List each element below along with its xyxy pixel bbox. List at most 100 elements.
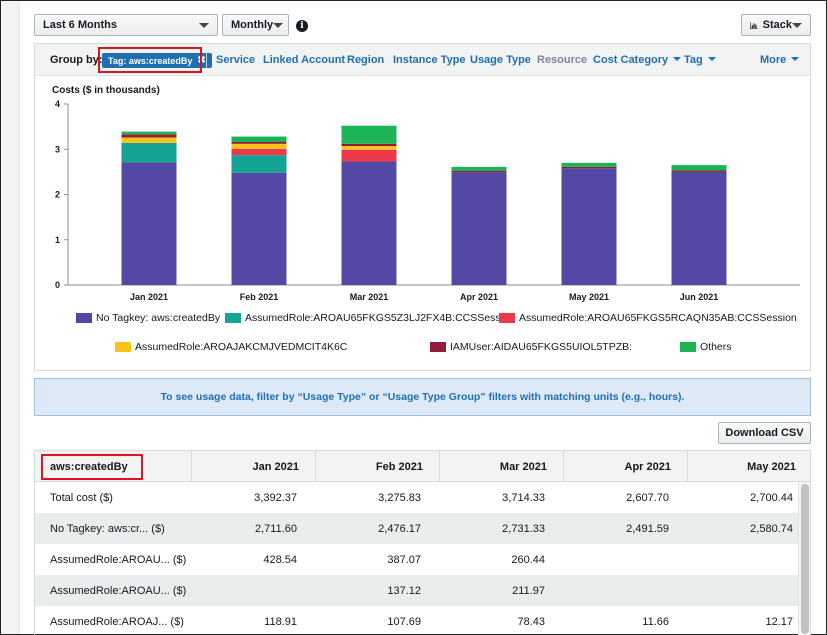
table-row: Total cost ($) 3,392.37 3,275.83 3,714.33 2,… — [35, 482, 798, 513]
group-by-usage-type[interactable]: Usage Type — [470, 54, 531, 66]
scrollbar-thumb[interactable] — [801, 484, 809, 634]
highlight-box — [41, 454, 143, 480]
column-header-feb[interactable]: Feb 2021 — [315, 451, 439, 482]
bar-segment-2-1[interactable] — [231, 148, 287, 156]
cost-cell: 260.44 — [511, 553, 545, 566]
row-label: AssumedRole:AROAU... ($) — [50, 553, 187, 566]
row-label: AssumedRole:AROAU... ($) — [50, 584, 187, 597]
cost-cell: 107.69 — [387, 615, 421, 628]
bar-segment-0-4[interactable] — [561, 168, 617, 285]
table-scrollbar[interactable] — [798, 482, 810, 635]
legend-item[interactable]: No Tagkey: aws:createdBy — [76, 312, 220, 324]
cost-cell: 387.07 — [387, 553, 421, 566]
bar-segment-4-1[interactable] — [231, 142, 287, 144]
bar-segment-4-3[interactable] — [451, 170, 507, 173]
legend-swatch — [680, 342, 696, 352]
group-by-tag[interactable]: Tag — [684, 54, 716, 66]
chevron-down-icon — [273, 22, 284, 28]
row-label: AssumedRole:AROAJ... ($) — [50, 615, 184, 628]
table-row: AssumedRole:AROAU... ($) 137.12 211.97 — [35, 575, 798, 606]
bar-segment-4-5[interactable] — [671, 170, 727, 172]
y-tick-label: 4 — [55, 99, 60, 109]
bar-segment-3-1[interactable] — [231, 143, 287, 149]
side-strip — [1, 1, 20, 634]
table-row: AssumedRole:AROAU... ($) 428.54 387.07 260.… — [35, 544, 798, 575]
cost-cell — [683, 544, 793, 575]
cost-cell: 3,275.83 — [378, 491, 421, 504]
granularity-dropdown[interactable]: Monthly — [222, 14, 289, 36]
x-tick-label: May 2021 — [569, 292, 609, 302]
bar-segment-5-2[interactable] — [341, 125, 397, 144]
bar-segment-0-0[interactable] — [121, 162, 177, 285]
bar-segment-5-3[interactable] — [451, 166, 507, 171]
tag-label: Tag — [684, 54, 703, 66]
bar-segment-1-0[interactable] — [121, 142, 177, 163]
cost-cell: 211.97 — [512, 584, 545, 597]
group-by-region[interactable]: Region — [347, 54, 384, 66]
bar-segment-5-1[interactable] — [231, 136, 287, 143]
column-header-jan[interactable]: Jan 2021 — [191, 451, 315, 482]
bar-segment-4-0[interactable] — [121, 134, 177, 138]
download-csv-button[interactable]: Download CSV — [718, 422, 811, 444]
cost-cell: 12.17 — [765, 615, 793, 628]
x-tick-label: Jun 2021 — [680, 292, 719, 302]
bar-segment-5-0[interactable] — [121, 131, 177, 135]
legend-item[interactable]: AssumedRole:AROAU65FKGS5Z3LJ2FX4B:CCSSes… — [225, 312, 515, 324]
bar-segment-0-5[interactable] — [671, 171, 727, 285]
table-row: AssumedRole:AROAJ... ($) 118.91 107.69 78.4… — [35, 606, 798, 635]
bar-chart-icon — [750, 21, 758, 29]
legend-item[interactable]: AssumedRole:AROAU65FKGS5RCAQN35AB:CCSSes… — [499, 312, 797, 324]
time-range-dropdown[interactable]: Last 6 Months — [34, 14, 218, 36]
legend-swatch — [115, 342, 131, 352]
x-tick-label: Feb 2021 — [240, 292, 279, 302]
group-by-cost-category[interactable]: Cost Category — [593, 54, 682, 66]
cost-cell: 2,491.59 — [626, 522, 669, 535]
y-tick-label: 1 — [55, 235, 60, 245]
legend-item[interactable]: Others — [680, 341, 732, 353]
bar-segment-5-4[interactable] — [561, 162, 617, 167]
bar-segment-4-2[interactable] — [341, 143, 397, 147]
group-by-linked-account[interactable]: Linked Account — [263, 54, 345, 66]
column-header-apr[interactable]: Apr 2021 — [563, 451, 687, 482]
bar-segment-3-0[interactable] — [121, 137, 177, 143]
legend-item[interactable]: AssumedRole:AROAJAKCMJVEDMCIT4K6C — [115, 341, 347, 353]
chart-panel: Group by: Tag: aws:createdBy ✖ Service L… — [34, 43, 811, 371]
chevron-down-icon — [199, 22, 209, 28]
bar-segment-3-2[interactable] — [341, 146, 397, 150]
cost-cell: 2,580.74 — [750, 522, 793, 535]
bar-segment-0-2[interactable] — [341, 161, 397, 285]
divider — [206, 52, 207, 69]
bar-segment-0-3[interactable] — [451, 172, 507, 285]
group-by-resource: Resource — [537, 54, 588, 66]
cost-cell: 78.43 — [517, 615, 545, 628]
legend-swatch — [76, 313, 92, 323]
column-header-may[interactable]: May 2021 — [687, 451, 810, 482]
legend-label: Others — [700, 341, 732, 353]
group-by-service[interactable]: Service — [216, 54, 255, 66]
time-range-label: Last 6 Months — [43, 19, 117, 31]
column-header-mar[interactable]: Mar 2021 — [439, 451, 563, 482]
legend-swatch — [225, 313, 241, 323]
info-icon[interactable]: i — [296, 20, 308, 32]
cost-cell — [683, 575, 793, 606]
legend-item[interactable]: IAMUser:AIDAU65FKGS5UIOL5TPZB: — [430, 341, 632, 353]
bar-segment-4-4[interactable] — [561, 166, 617, 169]
bar-segment-2-2[interactable] — [341, 149, 397, 162]
bar-segment-0-1[interactable] — [231, 172, 287, 285]
cost-table: aws:createdBy Jan 2021 Feb 2021 Mar 2021… — [34, 450, 811, 635]
group-by-bar: Group by: Tag: aws:createdBy ✖ Service L… — [35, 44, 810, 76]
bar-segment-5-5[interactable] — [671, 165, 727, 171]
chart-style-dropdown[interactable]: Stack — [741, 14, 811, 36]
more-label: More — [760, 54, 787, 66]
chevron-down-icon — [792, 22, 802, 28]
bar-segment-1-1[interactable] — [231, 155, 287, 173]
cost-cell: 11.66 — [642, 615, 669, 628]
cost-cell: 3,392.37 — [254, 491, 297, 504]
group-by-instance-type[interactable]: Instance Type — [393, 54, 466, 66]
cost-cell — [559, 544, 669, 575]
legend-label: AssumedRole:AROAJAKCMJVEDMCIT4K6C — [135, 341, 348, 353]
cost-cell: 2,711.60 — [254, 522, 297, 535]
y-tick-label: 0 — [55, 280, 60, 290]
group-by-more[interactable]: More — [760, 54, 800, 66]
x-tick-label: Jan 2021 — [130, 292, 168, 302]
